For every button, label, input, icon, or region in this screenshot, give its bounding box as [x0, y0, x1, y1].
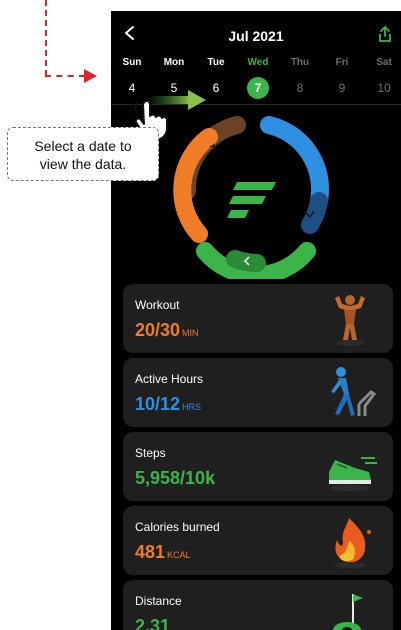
day-number: 4 [128, 81, 136, 95]
callout-line-1: Select a date to [34, 138, 132, 154]
day-number: 10 [377, 81, 391, 95]
day-wed[interactable]: Wed 7 [238, 57, 278, 99]
card-unit: HRS [182, 402, 202, 412]
guide-arrow [84, 69, 97, 83]
card-unit: KCAL [167, 550, 191, 560]
walking-person-icon [331, 367, 377, 416]
guide-line-vertical [45, 0, 47, 76]
day-name: Sun [122, 57, 142, 68]
card-steps[interactable]: Steps 5,958/10k [123, 432, 393, 501]
card-title: Steps [135, 446, 166, 460]
app-logo-icon [227, 182, 276, 218]
month-title: Jul 2021 [228, 28, 284, 44]
card-calories[interactable]: Calories burned 481 KCAL [123, 506, 393, 575]
callout-line-2: view the data. [39, 156, 127, 172]
day-name: Wed [247, 57, 269, 68]
card-title: Workout [135, 298, 180, 312]
card-value: 20/30 MIN [135, 320, 199, 340]
flame-icon [334, 518, 371, 568]
day-name: Sat [376, 57, 392, 68]
day-sun[interactable]: Sun 4 [112, 57, 152, 99]
activity-rings [173, 116, 330, 279]
share-icon[interactable] [377, 25, 393, 43]
day-name: Thu [290, 57, 310, 68]
day-name: Tue [207, 57, 225, 68]
card-active-hours[interactable]: Active Hours 10/12 HRS [123, 358, 393, 427]
ring-blue [260, 116, 330, 210]
card-value: 2.31 [135, 616, 171, 630]
day-name: Mon [163, 57, 185, 68]
card-title: Distance [135, 594, 182, 608]
card-title: Calories burned [135, 520, 220, 534]
day-thu[interactable]: Thu 8 [280, 57, 320, 99]
card-workout[interactable]: Workout 20/30 MIN [123, 284, 393, 353]
day-sat[interactable]: Sat 10 [364, 57, 401, 99]
day-number: 8 [296, 81, 304, 95]
card-title: Active Hours [135, 372, 204, 386]
day-number-selected: 7 [247, 77, 269, 99]
flexing-figure-icon [335, 295, 365, 346]
golf-flag-icon [333, 594, 363, 630]
card-unit: MIN [182, 328, 199, 338]
card-distance[interactable]: Distance 2.31 [123, 580, 393, 630]
day-number: 9 [338, 81, 346, 95]
day-name: Fri [335, 57, 349, 68]
card-value: 481 KCAL [135, 542, 191, 562]
top-bar: Jul 2021 [111, 11, 401, 55]
card-value: 5,958/10k [135, 468, 216, 488]
guide-line-horizontal [45, 75, 85, 77]
day-fri[interactable]: Fri 9 [322, 57, 362, 99]
card-value: 10/12 HRS [135, 394, 202, 414]
day-number: 6 [212, 81, 220, 95]
sneaker-icon [329, 457, 377, 491]
tooltip-callout: Select a date to view the data. [7, 127, 159, 181]
ring-blue-dark [301, 192, 328, 234]
